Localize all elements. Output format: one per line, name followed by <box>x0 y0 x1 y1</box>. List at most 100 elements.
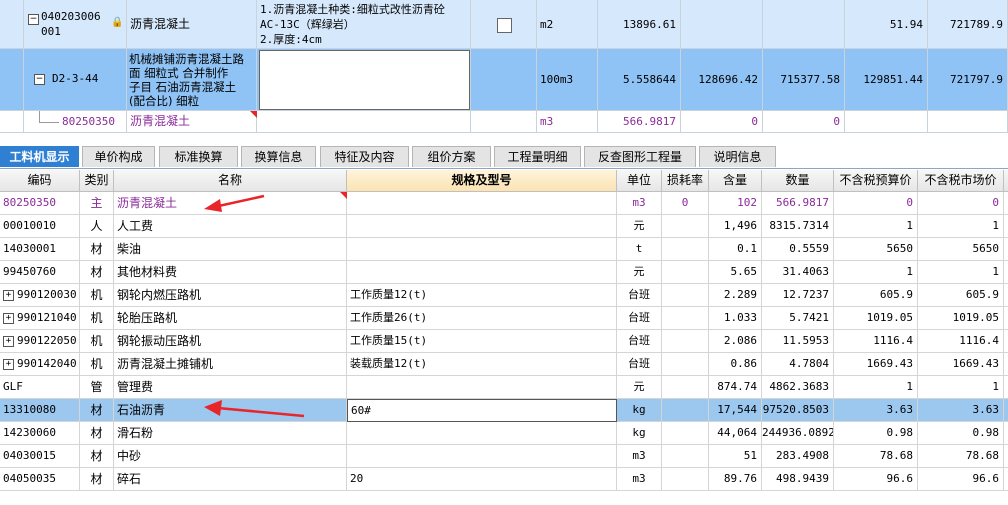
cell-qty[interactable]: 4862.3683 <box>762 376 834 399</box>
cell-name[interactable]: 滑石粉 <box>114 422 347 445</box>
cell-spec[interactable] <box>347 192 617 215</box>
cell-unit[interactable]: 台班 <box>617 307 662 330</box>
cell-budget[interactable]: 3.63 <box>834 399 918 422</box>
cell-name[interactable]: 沥青混凝土摊铺机 <box>114 353 347 376</box>
top-row-code-cell[interactable]: − D2-3-44 <box>24 49 127 111</box>
tab-conversion-info[interactable]: 换算信息 <box>241 146 316 167</box>
cell-unit[interactable]: m3 <box>617 445 662 468</box>
cell-name[interactable]: 其他材料费 <box>114 261 347 284</box>
col-header-budget[interactable]: 不含税预算价 <box>834 170 918 192</box>
cell-code[interactable]: +990142040 <box>0 353 80 376</box>
cell-market[interactable]: 605.9 <box>918 284 1004 307</box>
cell-budget[interactable]: 1 <box>834 376 918 399</box>
tab-standard-conversion[interactable]: 标准换算 <box>159 146 238 167</box>
cell-unit[interactable]: kg <box>617 399 662 422</box>
expand-icon[interactable]: + <box>3 312 14 324</box>
table-row[interactable]: +990142040 机沥青混凝土摊铺机 装载质量12(t) 台班 0.86 4.7804… <box>0 353 1008 376</box>
cell-budget[interactable]: 605.9 <box>834 284 918 307</box>
cell-name[interactable]: 人工费 <box>114 215 347 238</box>
cell-qty[interactable]: 5.7421 <box>762 307 834 330</box>
top-row-name[interactable]: 机械摊铺沥青混凝土路 面 细粒式 合并制作 子目 石油沥青混凝土 (配合比) 细… <box>127 49 257 111</box>
cell-spec[interactable] <box>347 422 617 445</box>
top-row-code-cell[interactable]: − 040203006001 🔒 <box>24 0 127 49</box>
cell-type[interactable]: 机 <box>80 330 114 353</box>
cell-content[interactable]: 0.86 <box>709 353 762 376</box>
cell-market[interactable]: 1 <box>918 261 1004 284</box>
cell-name[interactable]: 柴油 <box>114 238 347 261</box>
cell-spec[interactable] <box>347 376 617 399</box>
cell-market[interactable]: 0 <box>918 192 1004 215</box>
cell-type[interactable]: 管 <box>80 376 114 399</box>
cell-loss[interactable] <box>662 238 709 261</box>
cell-unit[interactable]: 台班 <box>617 330 662 353</box>
cell-market[interactable]: 1 <box>918 376 1004 399</box>
cell-qty[interactable]: 4.7804 <box>762 353 834 376</box>
cell-name[interactable]: 管理费 <box>114 376 347 399</box>
cell-code[interactable]: +990120030 <box>0 284 80 307</box>
cell-market[interactable]: 3.63 <box>918 399 1004 422</box>
cell-spec[interactable] <box>347 261 617 284</box>
cell-code[interactable]: 00010010 <box>0 215 80 238</box>
cell-content[interactable]: 1.033 <box>709 307 762 330</box>
tab-reverse-lookup[interactable]: 反查图形工程量 <box>584 146 696 167</box>
cell-loss[interactable] <box>662 330 709 353</box>
cell-content[interactable]: 17,544 <box>709 399 762 422</box>
cell-type[interactable]: 机 <box>80 307 114 330</box>
cell-spec[interactable] <box>347 238 617 261</box>
cell-qty[interactable]: 12.7237 <box>762 284 834 307</box>
tab-unit-price[interactable]: 单价构成 <box>82 146 155 167</box>
cell-name[interactable]: 轮胎压路机 <box>114 307 347 330</box>
top-row-code-cell[interactable]: 80250350 <box>24 111 127 133</box>
cell-type[interactable]: 人 <box>80 215 114 238</box>
cell-budget[interactable]: 0.98 <box>834 422 918 445</box>
table-row[interactable]: +990122050 机钢轮振动压路机 工作质量15(t) 台班 2.086 11.595… <box>0 330 1008 353</box>
cell-spec[interactable] <box>347 215 617 238</box>
cell-code[interactable]: 14030001 <box>0 238 80 261</box>
cell-content[interactable]: 0.1 <box>709 238 762 261</box>
cell-loss[interactable] <box>662 261 709 284</box>
cell-code[interactable]: +990122050 <box>0 330 80 353</box>
table-row[interactable]: 04050035 材碎石 20 m3 89.76 498.9439 96.6 96.6 <box>0 468 1008 491</box>
cell-name[interactable]: 钢轮内燃压路机 <box>114 284 347 307</box>
cell-content[interactable]: 1,496 <box>709 215 762 238</box>
col-header-name[interactable]: 名称 <box>114 170 347 192</box>
cell-qty[interactable]: 244936.0892 <box>762 422 834 445</box>
cell-budget[interactable]: 5650 <box>834 238 918 261</box>
cell-code[interactable]: 04050035 <box>0 468 80 491</box>
cell-loss[interactable]: 0 <box>662 192 709 215</box>
cell-qty[interactable]: 498.9439 <box>762 468 834 491</box>
collapse-toggle[interactable]: − <box>34 74 45 85</box>
cell-budget[interactable]: 96.6 <box>834 468 918 491</box>
tab-pricing-plan[interactable]: 组价方案 <box>412 146 491 167</box>
cell-type[interactable]: 机 <box>80 353 114 376</box>
cell-type[interactable]: 材 <box>80 468 114 491</box>
cell-spec[interactable]: 60# <box>347 399 617 422</box>
cell-unit[interactable]: m3 <box>617 468 662 491</box>
cell-unit[interactable]: 元 <box>617 215 662 238</box>
tab-features[interactable]: 特征及内容 <box>320 146 409 167</box>
cell-loss[interactable] <box>662 399 709 422</box>
cell-budget[interactable]: 1 <box>834 261 918 284</box>
cell-unit[interactable]: 台班 <box>617 353 662 376</box>
cell-loss[interactable] <box>662 376 709 399</box>
table-row[interactable]: 04030015 材中砂 m3 51 283.4908 78.68 78.68 <box>0 445 1008 468</box>
cell-unit[interactable]: 元 <box>617 376 662 399</box>
cell-market[interactable]: 0.98 <box>918 422 1004 445</box>
cell-content[interactable]: 102 <box>709 192 762 215</box>
col-header-content[interactable]: 含量 <box>709 170 762 192</box>
cell-type[interactable]: 材 <box>80 399 114 422</box>
cell-unit[interactable]: kg <box>617 422 662 445</box>
table-row[interactable]: 14230060 材滑石粉 kg 44,064 244936.0892 0.98 0.98 <box>0 422 1008 445</box>
cell-name[interactable]: 钢轮振动压路机 <box>114 330 347 353</box>
table-row[interactable]: 13310080 材石油沥青 60# kg 17,544 97520.8503 3.63 3.… <box>0 399 1008 422</box>
cell-content[interactable]: 874.74 <box>709 376 762 399</box>
col-header-spec[interactable]: 规格及型号 <box>347 170 617 192</box>
table-row[interactable]: +990121040 机轮胎压路机 工作质量26(t) 台班 1.033 5.7421 10… <box>0 307 1008 330</box>
cell-loss[interactable] <box>662 353 709 376</box>
cell-loss[interactable] <box>662 468 709 491</box>
cell-unit[interactable]: t <box>617 238 662 261</box>
cell-name[interactable]: 碎石 <box>114 468 347 491</box>
cell-market[interactable]: 96.6 <box>918 468 1004 491</box>
expand-icon[interactable]: + <box>3 289 14 301</box>
cell-market[interactable]: 1019.05 <box>918 307 1004 330</box>
